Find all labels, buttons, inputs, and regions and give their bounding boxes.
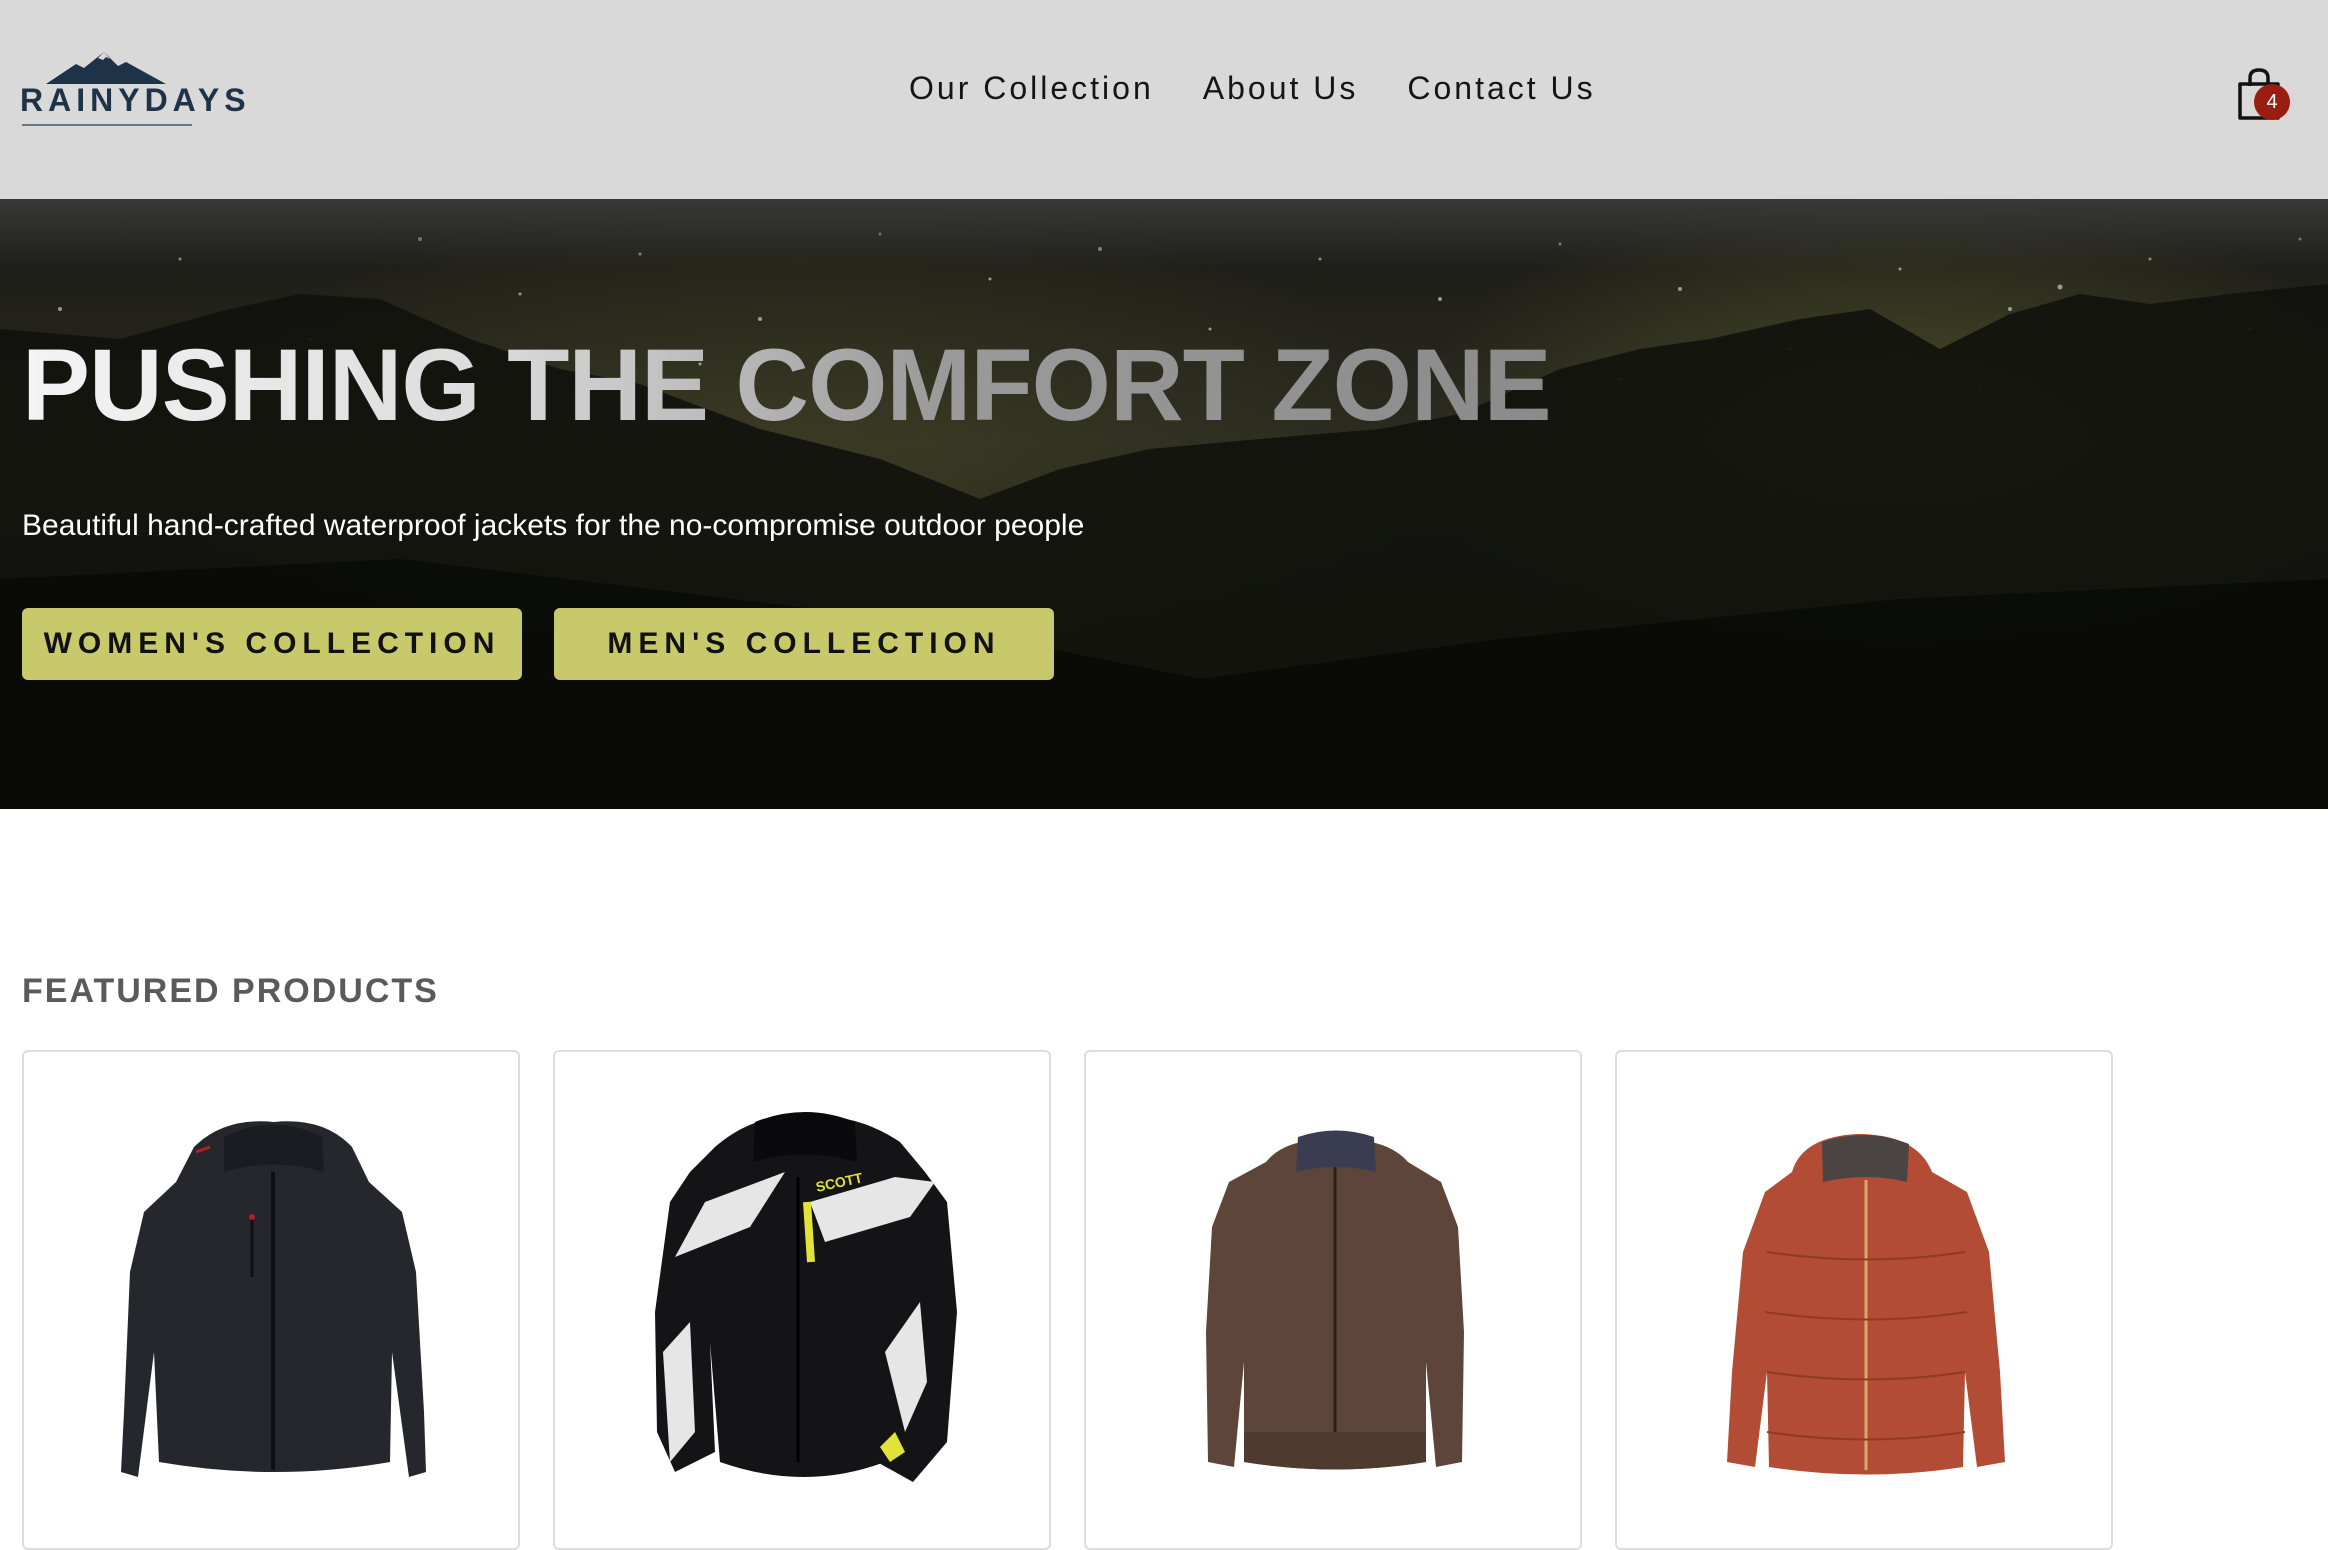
cart-count-badge[interactable]: 4 (2254, 84, 2290, 120)
product-card[interactable] (22, 1050, 520, 1550)
product-card[interactable] (1615, 1050, 2113, 1550)
mountain-logo-icon (46, 52, 166, 84)
logo-text: RAINYDAYS (20, 82, 251, 118)
main-nav: Our Collection About Us Contact Us (909, 70, 1596, 107)
site-header: RAINYDAYS Our Collection About Us Contac… (0, 0, 2328, 199)
mens-collection-button[interactable]: MEN'S COLLECTION (554, 608, 1054, 680)
black-white-scott-jacket-image: SCOTT (655, 1112, 957, 1482)
product-card[interactable] (1084, 1050, 1582, 1550)
product-card[interactable]: SCOTT (553, 1050, 1051, 1550)
hero-subtitle: Beautiful hand-crafted waterproof jacket… (22, 509, 1085, 542)
nav-our-collection[interactable]: Our Collection (909, 70, 1154, 107)
black-hooded-jacket-image (121, 1121, 426, 1477)
nav-about-us[interactable]: About Us (1203, 70, 1359, 107)
womens-collection-button[interactable]: WOMEN'S COLLECTION (22, 608, 522, 680)
hero-banner: PUSHING THE COMFORT ZONE Beautiful hand-… (0, 199, 2328, 809)
featured-products-heading: FEATURED PRODUCTS (22, 972, 439, 1010)
hero-title: PUSHING THE COMFORT ZONE (22, 328, 1552, 442)
brown-bomber-jacket-image (1206, 1130, 1464, 1470)
night-mountain-background (0, 232, 2328, 809)
logo[interactable]: RAINYDAYS (20, 52, 246, 130)
logo-underline (22, 124, 192, 126)
hero-top-fade (0, 199, 2328, 269)
rust-puffer-jacket-image (1727, 1134, 2005, 1475)
nav-contact-us[interactable]: Contact Us (1407, 70, 1595, 107)
